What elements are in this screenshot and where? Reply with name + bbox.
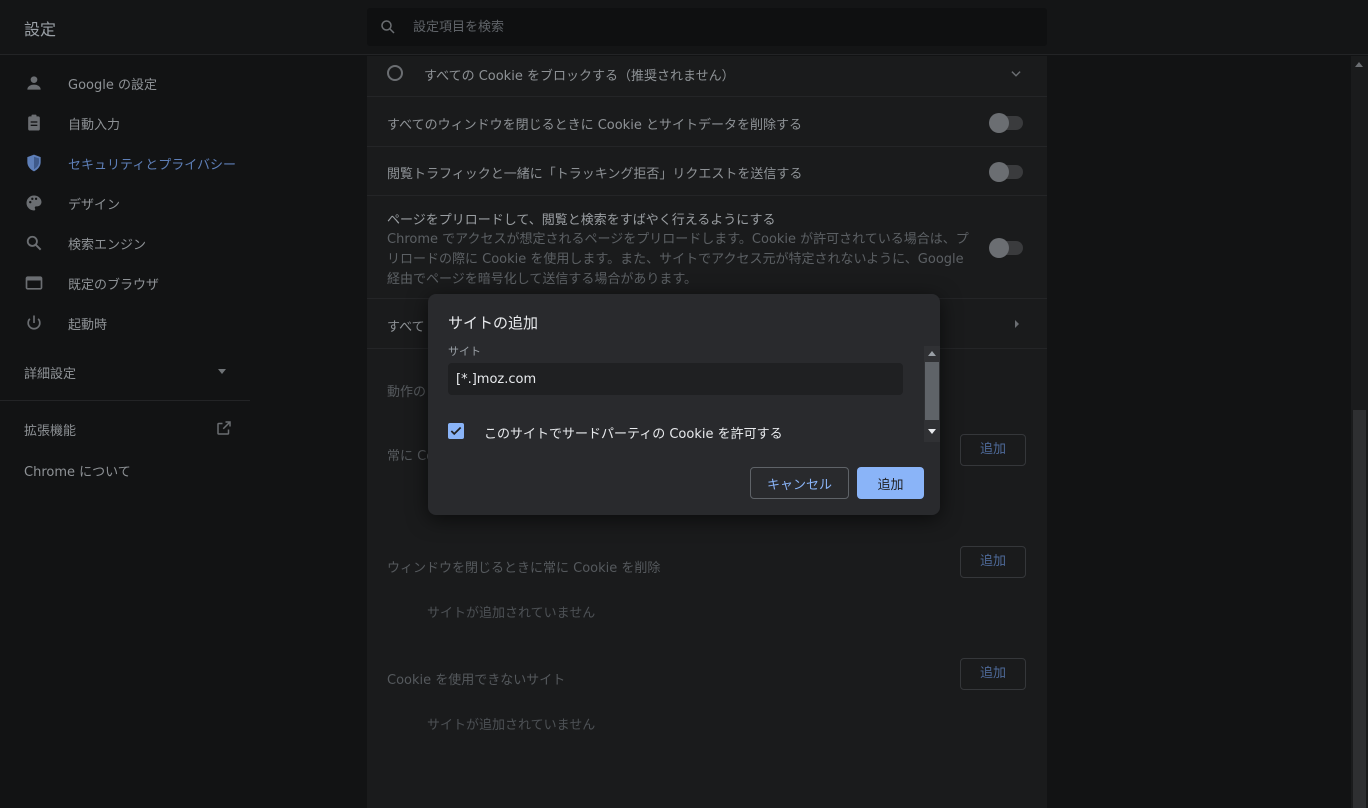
chevron-down-icon[interactable] bbox=[1009, 67, 1023, 81]
chevron-down-icon bbox=[218, 369, 226, 374]
behavior-heading: 動作の bbox=[387, 385, 427, 400]
third-party-cookie-checkbox[interactable] bbox=[448, 423, 464, 439]
sidebar-item-design[interactable]: デザイン bbox=[0, 183, 250, 223]
clear-on-close-add-button[interactable]: 追加 bbox=[960, 546, 1026, 578]
header: 設定 bbox=[0, 0, 1368, 55]
cancel-button[interactable]: キャンセル bbox=[750, 467, 849, 499]
do-not-track-toggle[interactable] bbox=[989, 162, 1023, 182]
never-sites-add-button[interactable]: 追加 bbox=[960, 658, 1026, 690]
search-icon bbox=[26, 235, 42, 251]
divider bbox=[0, 400, 250, 401]
power-icon bbox=[27, 315, 41, 330]
scrollbar-thumb[interactable] bbox=[925, 362, 939, 420]
empty-list-note: サイトが追加されていません bbox=[427, 718, 596, 733]
scrollbar-thumb[interactable] bbox=[1353, 410, 1366, 808]
sidebar-item-label: 既定のブラウザ bbox=[68, 278, 160, 293]
search-box[interactable] bbox=[367, 8, 1047, 46]
sidebar-item-startup[interactable]: 起動時 bbox=[0, 303, 250, 343]
sidebar-item-label: デザイン bbox=[68, 198, 121, 213]
clear-on-close-row: すべてのウィンドウを閉じるときに Cookie とサイトデータを削除する bbox=[367, 97, 1047, 147]
sidebar-item-autofill[interactable]: 自動入力 bbox=[0, 103, 250, 143]
palette-icon bbox=[26, 195, 42, 211]
radio-button[interactable] bbox=[387, 65, 403, 81]
advanced-settings-toggle[interactable]: 詳細設定 bbox=[24, 363, 76, 382]
sidebar-item-label: 自動入力 bbox=[68, 118, 121, 133]
sidebar: Google の設定 自動入力 セキュリティとプライバシー デザイン 検索エンジ… bbox=[0, 56, 250, 808]
shield-icon bbox=[27, 154, 41, 172]
sidebar-item-label: 検索エンジン bbox=[68, 238, 147, 253]
chevron-right-icon bbox=[1015, 320, 1019, 328]
do-not-track-label: 閲覧トラフィックと一緒に「トラッキング拒否」リクエストを送信する bbox=[387, 167, 803, 182]
clipboard-icon bbox=[28, 114, 40, 131]
scroll-up-arrow-icon[interactable] bbox=[1355, 62, 1363, 67]
add-button[interactable]: 追加 bbox=[857, 467, 924, 499]
clear-on-close-label: すべてのウィンドウを閉じるときに Cookie とサイトデータを削除する bbox=[387, 118, 802, 133]
open-in-new-icon[interactable] bbox=[215, 419, 233, 437]
sidebar-item-default-browser[interactable]: 既定のブラウザ bbox=[0, 263, 250, 303]
add-site-dialog: サイトの追加 サイト このサイトでサードパーティの Cookie を許可する キ… bbox=[428, 294, 940, 515]
search-input[interactable] bbox=[413, 17, 1013, 37]
preload-title: ページをプリロードして、閲覧と検索をすばやく行えるようにする bbox=[387, 213, 776, 228]
scroll-up-arrow-icon[interactable] bbox=[928, 351, 936, 356]
checkmark-icon bbox=[450, 426, 462, 436]
see-all-cookies-label: すべて bbox=[387, 320, 425, 335]
preload-description: Chrome でアクセスが想定されるページをプリロードします。Cookie が許… bbox=[387, 232, 969, 287]
page-title: 設定 bbox=[24, 20, 57, 39]
sidebar-item-search-engine[interactable]: 検索エンジン bbox=[0, 223, 250, 263]
preload-toggle[interactable] bbox=[989, 238, 1023, 258]
block-all-cookies-label: すべての Cookie をブロックする（推奨されません） bbox=[424, 69, 735, 84]
sidebar-item-label: セキュリティとプライバシー bbox=[68, 158, 236, 173]
dialog-title: サイトの追加 bbox=[448, 314, 539, 332]
browser-window-icon bbox=[25, 276, 43, 290]
person-icon bbox=[27, 76, 41, 90]
site-input[interactable] bbox=[448, 363, 903, 395]
settings-window: 設定 Google の設定 自動入力 セキュリティとプライバシー デザイン 検索… bbox=[0, 0, 1368, 808]
scroll-down-arrow-icon[interactable] bbox=[928, 429, 936, 434]
sidebar-item-label: 起動時 bbox=[68, 318, 108, 333]
dialog-scrollbar[interactable] bbox=[924, 346, 940, 442]
site-field-label: サイト bbox=[448, 345, 481, 358]
sidebar-item-label: Google の設定 bbox=[68, 78, 157, 93]
block-all-cookies-row[interactable]: すべての Cookie をブロックする（推奨されません） bbox=[367, 56, 1047, 97]
third-party-cookie-label: このサイトでサードパーティの Cookie を許可する bbox=[484, 427, 783, 442]
always-allow-add-button[interactable]: 追加 bbox=[960, 434, 1026, 466]
search-icon bbox=[381, 20, 395, 34]
sidebar-item-security[interactable]: セキュリティとプライバシー bbox=[0, 143, 250, 183]
clear-on-close-sites-heading: ウィンドウを閉じるときに常に Cookie を削除 bbox=[387, 561, 661, 576]
extensions-link[interactable]: 拡張機能 bbox=[24, 420, 76, 439]
never-sites-heading: Cookie を使用できないサイト bbox=[387, 673, 566, 688]
do-not-track-row: 閲覧トラフィックと一緒に「トラッキング拒否」リクエストを送信する bbox=[367, 147, 1047, 196]
sidebar-item-google[interactable]: Google の設定 bbox=[0, 63, 250, 103]
clear-on-close-toggle[interactable] bbox=[989, 113, 1023, 133]
empty-list-note: サイトが追加されていません bbox=[427, 606, 596, 621]
page-scrollbar[interactable] bbox=[1351, 56, 1368, 808]
about-chrome-link[interactable]: Chrome について bbox=[24, 461, 131, 480]
